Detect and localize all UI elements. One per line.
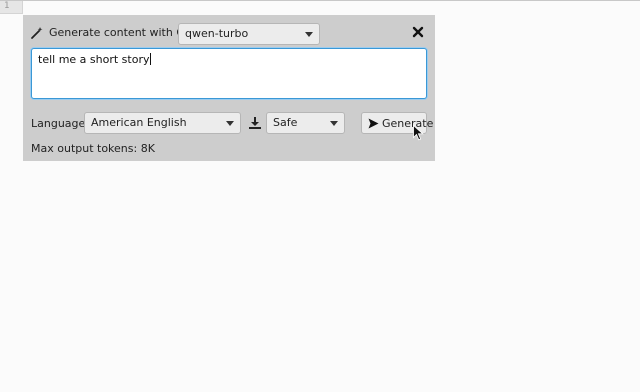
max-tokens-label: Max output tokens: 8K [31,142,155,155]
generate-button-label: Generate [382,117,434,130]
language-select-value: American English [91,116,187,129]
safety-select[interactable]: Safe [266,112,345,134]
language-select[interactable]: American English [84,112,241,134]
generate-panel: Generate content with Qwen qwen-turbo te… [23,15,435,161]
model-select-value: qwen-turbo [185,27,249,40]
prompt-input[interactable]: tell me a short story [31,48,427,99]
safety-select-value: Safe [273,116,298,129]
chevron-down-icon [226,121,234,126]
editor-gutter: 1 [0,1,23,14]
close-icon[interactable] [412,26,424,38]
send-icon [368,118,379,129]
top-border [0,0,640,1]
magic-wand-icon [31,27,43,39]
chevron-down-icon [330,121,338,126]
line-number: 1 [4,1,10,11]
prompt-text: tell me a short story [38,53,150,66]
chevron-down-icon [305,32,313,37]
language-label: Language: [31,117,89,130]
safety-filter-icon [249,117,261,129]
mouse-pointer-icon [413,125,424,141]
text-caret [150,53,152,65]
model-select[interactable]: qwen-turbo [178,23,320,45]
